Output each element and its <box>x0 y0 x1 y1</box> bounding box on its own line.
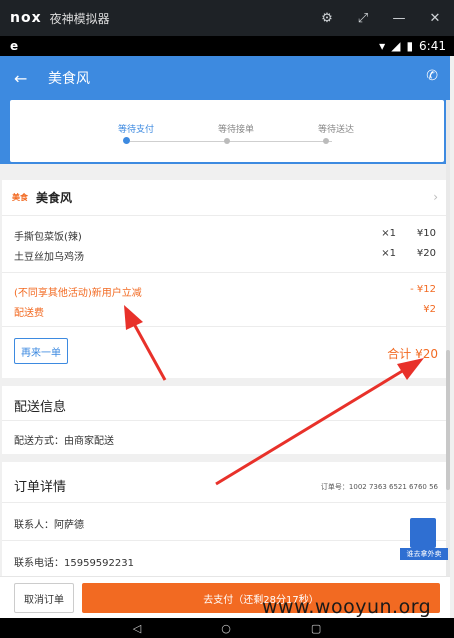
item-name: 土豆丝加乌鸡汤 <box>14 252 84 263</box>
minimize-icon[interactable]: — <box>388 7 410 29</box>
restore-icon[interactable]: ⤢ <box>352 7 374 29</box>
discount-value: - ¥12 <box>410 284 436 295</box>
page-title: 美食风 <box>48 71 90 87</box>
app-notification-icon: e <box>10 39 19 53</box>
order-number: 订单号：1002 7363 6521 6760 56 <box>320 483 438 491</box>
order-items-card: 美食 美食风 › 手撕包菜饭(辣) ×1 ¥10 土豆丝加乌鸡汤 ×1 ¥20 … <box>2 180 448 378</box>
nox-logo: nox <box>10 10 42 26</box>
divider <box>2 420 448 421</box>
item-price: ¥10 <box>416 228 436 239</box>
divider <box>2 502 448 503</box>
contact-name: 联系人：阿萨德 <box>14 520 84 531</box>
step-awaiting-payment: 等待支付 <box>117 125 154 135</box>
divider <box>2 326 448 327</box>
reorder-button[interactable]: 再来一单 <box>14 338 68 364</box>
floating-badge-label: 谁去拿外卖 <box>400 548 448 560</box>
signal-icon: ◢ <box>391 39 401 53</box>
step-dot-active <box>123 137 130 144</box>
divider <box>2 272 448 273</box>
list-item: 手撕包菜饭(辣) ×1 ¥10 <box>14 228 436 246</box>
recents-nav-icon[interactable]: ▢ <box>311 622 321 635</box>
delivery-fee-value: ¥2 <box>423 304 436 315</box>
order-total: 合计 ¥20 <box>387 347 438 361</box>
delivery-fee-row: 配送费 ¥2 <box>14 304 436 322</box>
delivery-fee-label: 配送费 <box>14 308 44 319</box>
android-nav-bar: ◁ ○ ▢ <box>0 618 454 638</box>
battery-icon: ▮ <box>406 39 414 53</box>
book-icon <box>410 518 436 548</box>
discount-label: (不同享其他活动)新用户立减 <box>14 288 142 299</box>
emulator-title-bar: nox 夜神模拟器 ⚙ ⤢ — ✕ <box>0 0 454 36</box>
cancel-order-button[interactable]: 取消订单 <box>14 583 74 613</box>
step-dot <box>323 138 329 144</box>
order-details-card: 订单详情 订单号：1002 7363 6521 6760 56 联系人：阿萨德 … <box>2 462 448 576</box>
settings-icon[interactable]: ⚙ <box>316 7 338 29</box>
step-awaiting-acceptance: 等待接单 <box>217 125 254 135</box>
store-logo: 美食 <box>12 193 28 202</box>
emulator-controls: ⚙ ⤢ — ✕ <box>316 0 446 36</box>
wifi-icon: ▾ <box>379 39 386 53</box>
chevron-right-icon: › <box>433 190 438 204</box>
emulator-title: 夜神模拟器 <box>49 11 110 26</box>
order-details-title: 订单详情 <box>14 480 67 495</box>
step-awaiting-delivery: 等待送达 <box>317 125 354 135</box>
store-header[interactable]: 美食 美食风 › <box>2 180 448 216</box>
scrollbar-thumb[interactable] <box>446 350 450 490</box>
back-nav-icon[interactable]: ◁ <box>133 622 141 635</box>
watermark: www.wooyun.org <box>262 596 432 618</box>
status-bar: e ▾ ◢ ▮ 6:41 <box>0 36 454 56</box>
delivery-method: 配送方式：由商家配送 <box>14 436 114 447</box>
step-dot <box>224 138 230 144</box>
item-price: ¥20 <box>416 248 436 259</box>
clock: 6:41 <box>419 39 446 53</box>
progress-area: 等待支付 等待接单 等待送达 <box>0 100 450 164</box>
scrollbar[interactable] <box>446 100 450 618</box>
floating-badge[interactable]: 谁去拿外卖 <box>400 518 448 562</box>
list-item: 土豆丝加乌鸡汤 ×1 ¥20 <box>14 248 436 266</box>
app-bar: ← 美食风 ✆ <box>0 56 450 100</box>
close-icon[interactable]: ✕ <box>424 7 446 29</box>
delivery-info-title: 配送信息 <box>14 400 67 415</box>
item-name: 手撕包菜饭(辣) <box>14 232 82 243</box>
progress-track <box>130 141 332 142</box>
phone-icon[interactable]: ✆ <box>426 68 438 84</box>
delivery-info-card: 配送信息 配送方式：由商家配送 <box>2 386 448 454</box>
divider <box>2 540 448 541</box>
store-name: 美食风 <box>36 191 73 205</box>
back-arrow-icon[interactable]: ← <box>14 69 34 88</box>
order-progress-card: 等待支付 等待接单 等待送达 <box>10 100 444 162</box>
item-qty: ×1 <box>381 248 396 259</box>
discount-row: (不同享其他活动)新用户立减 - ¥12 <box>14 284 436 302</box>
home-nav-icon[interactable]: ○ <box>221 622 231 635</box>
contact-phone: 联系电话：15959592231 <box>14 558 134 569</box>
item-qty: ×1 <box>381 228 396 239</box>
